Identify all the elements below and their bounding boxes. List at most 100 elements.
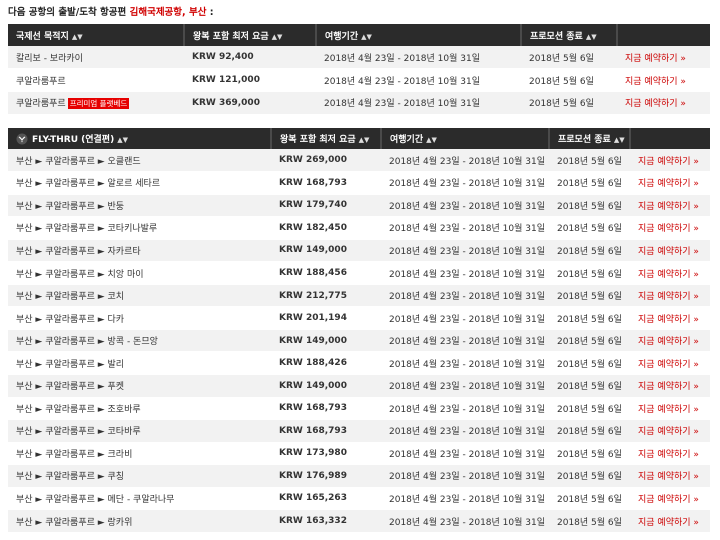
table-row: 쿠알라룸푸르 프리미엄 플랫베드 KRW 369,000 2018년 4월 23일 -…: [8, 91, 710, 115]
route-cell: 부산 ► 쿠알라룸푸르 ► 다카: [8, 306, 271, 330]
promo-end-cell: 2018년 5월 6일: [549, 487, 630, 511]
book-now-link[interactable]: 지금 예약하기 »: [630, 306, 710, 330]
col-header-action: [617, 24, 710, 46]
table-row: 쿠알라룸푸르 KRW 121,000 2018년 4월 23일 - 2018년 10…: [8, 68, 710, 93]
sort-arrows-icon[interactable]: ▲▼: [72, 33, 83, 41]
price-cell: KRW 188,456: [271, 261, 381, 285]
sort-arrows-icon[interactable]: ▲▼: [614, 136, 625, 144]
promo-end-cell: 2018년 5월 6일: [549, 149, 630, 173]
travel-period-cell: 2018년 4월 23일 - 2018년 10월 31일: [381, 419, 549, 443]
sort-arrows-icon[interactable]: ▲▼: [586, 33, 597, 41]
table-row: 부산 ► 쿠알라룸푸르 ► 다카 KRW 201,194 2018년 4월 23일 …: [8, 306, 710, 330]
travel-period-cell: 2018년 4월 23일 - 2018년 10월 31일: [381, 487, 549, 511]
book-now-link[interactable]: 지금 예약하기 »: [630, 509, 710, 533]
travel-period-cell: 2018년 4월 23일 - 2018년 10월 31일: [381, 171, 549, 195]
sort-arrows-icon[interactable]: ▲▼: [359, 136, 370, 144]
book-now-link[interactable]: 지금 예약하기 »: [617, 91, 710, 115]
heading-prefix: 다음 공항의 출발/도착 항공편: [8, 7, 130, 18]
book-now-link[interactable]: 지금 예약하기 »: [617, 46, 710, 70]
table-row: 부산 ► 쿠알라룸푸르 ► 코타바루 KRW 168,793 2018년 4월 23…: [8, 419, 710, 443]
fly-thru-table: FLY-THRU (연결편) ▲▼ 왕복 포함 최저 요금 ▲▼ 여행기간 ▲▼ 프로…: [8, 128, 710, 533]
table-row: 부산 ► 쿠알라룸푸르 ► 치앙 마이 KRW 188,456 2018년 4월 2…: [8, 261, 710, 285]
destination-label: 쿠알라룸푸르: [16, 76, 66, 87]
sort-arrows-icon[interactable]: ▲▼: [361, 33, 372, 41]
table-row: 부산 ► 쿠알라룸푸르 ► 알로르 세타르 KRW 168,793 2018년 4월…: [8, 171, 710, 195]
promo-end-cell: 2018년 5월 6일: [521, 91, 617, 115]
price-cell: KRW 165,263: [271, 487, 381, 511]
price-cell: KRW 173,980: [271, 442, 381, 466]
book-now-link[interactable]: 지금 예약하기 »: [630, 194, 710, 218]
book-now-link[interactable]: 지금 예약하기 »: [630, 487, 710, 511]
promo-end-cell: 2018년 5월 6일: [549, 329, 630, 353]
book-now-link[interactable]: 지금 예약하기 »: [630, 419, 710, 443]
price-cell: KRW 163,332: [271, 509, 381, 533]
promo-end-cell: 2018년 5월 6일: [549, 239, 630, 263]
table-row: 부산 ► 쿠알라룸푸르 ► 자카르타 KRW 149,000 2018년 4월 23…: [8, 239, 710, 263]
price-cell: KRW 168,793: [271, 171, 381, 195]
book-now-link[interactable]: 지금 예약하기 »: [630, 374, 710, 398]
price-cell: KRW 149,000: [271, 329, 381, 353]
book-now-link[interactable]: 지금 예약하기 »: [630, 216, 710, 240]
col-header-fly-thru[interactable]: FLY-THRU (연결편) ▲▼: [8, 128, 272, 149]
travel-period-cell: 2018년 4월 23일 - 2018년 10월 31일: [381, 194, 549, 218]
promo-end-cell: 2018년 5월 6일: [549, 509, 630, 533]
col-header-price[interactable]: 왕복 포함 최저 요금 ▲▼: [184, 24, 317, 46]
col-header-price[interactable]: 왕복 포함 최저 요금 ▲▼: [271, 128, 382, 149]
book-now-link[interactable]: 지금 예약하기 »: [630, 397, 710, 421]
table-row: 부산 ► 쿠알라룸푸르 ► 코타키나발루 KRW 182,450 2018년 4월 …: [8, 216, 710, 240]
table-row: 부산 ► 쿠알라룸푸르 ► 코치 KRW 212,775 2018년 4월 23일 …: [8, 284, 710, 308]
heading-airport: 김해국제공항, 부산: [129, 7, 207, 18]
book-now-link[interactable]: 지금 예약하기 »: [630, 171, 710, 195]
travel-period-cell: 2018년 4월 23일 - 2018년 10월 31일: [316, 46, 521, 70]
travel-period-cell: 2018년 4월 23일 - 2018년 10월 31일: [381, 284, 549, 308]
col-header-destination[interactable]: 국제선 목적지 ▲▼: [8, 24, 185, 46]
promo-end-cell: 2018년 5월 6일: [521, 68, 617, 93]
travel-period-cell: 2018년 4월 23일 - 2018년 10월 31일: [381, 261, 549, 285]
promo-end-cell: 2018년 5월 6일: [549, 351, 630, 375]
table-row: 부산 ► 쿠알라룸푸르 ► 쿠칭 KRW 176,989 2018년 4월 23일 …: [8, 464, 710, 488]
col-header-action: [630, 128, 710, 149]
travel-period-cell: 2018년 4월 23일 - 2018년 10월 31일: [381, 329, 549, 353]
travel-period-cell: 2018년 4월 23일 - 2018년 10월 31일: [381, 351, 549, 375]
international-destinations-table: 국제선 목적지 ▲▼ 왕복 포함 최저 요금 ▲▼ 여행기간 ▲▼ 프로모션 종료 ▲▼…: [8, 24, 710, 115]
destination-label: 칼리보 - 보라카이: [16, 53, 83, 64]
price-cell: KRW 201,194: [271, 306, 381, 330]
book-now-link[interactable]: 지금 예약하기 »: [630, 464, 710, 488]
book-now-link[interactable]: 지금 예약하기 »: [630, 329, 710, 353]
table-row: 부산 ► 쿠알라룸푸르 ► 메단 - 쿠알라나무 KRW 165,263 2018년…: [8, 487, 710, 511]
promo-end-cell: 2018년 5월 6일: [549, 442, 630, 466]
col-header-promo-end[interactable]: 프로모션 종료 ▲▼: [549, 128, 631, 149]
route-cell: 부산 ► 쿠알라룸푸르 ► 쿠칭: [8, 464, 271, 488]
sort-arrows-icon[interactable]: ▲▼: [426, 136, 437, 144]
book-now-link[interactable]: 지금 예약하기 »: [630, 284, 710, 308]
travel-period-cell: 2018년 4월 23일 - 2018년 10월 31일: [381, 149, 549, 173]
col-header-period[interactable]: 여행기간 ▲▼: [381, 128, 550, 149]
promo-end-cell: 2018년 5월 6일: [549, 419, 630, 443]
book-now-link[interactable]: 지금 예약하기 »: [630, 442, 710, 466]
route-cell: 부산 ► 쿠알라룸푸르 ► 방콕 - 돈므앙: [8, 329, 271, 353]
premium-flatbed-badge: 프리미엄 플랫베드: [67, 98, 130, 110]
book-now-link[interactable]: 지금 예약하기 »: [630, 149, 710, 173]
sort-arrows-icon[interactable]: ▲▼: [272, 33, 283, 41]
travel-period-cell: 2018년 4월 23일 - 2018년 10월 31일: [381, 306, 549, 330]
col-header-promo-end[interactable]: 프로모션 종료 ▲▼: [521, 24, 618, 46]
travel-period-cell: 2018년 4월 23일 - 2018년 10월 31일: [381, 374, 549, 398]
table-row: 부산 ► 쿠알라룸푸르 ► 반둥 KRW 179,740 2018년 4월 23일 …: [8, 194, 710, 218]
book-now-link[interactable]: 지금 예약하기 »: [630, 239, 710, 263]
book-now-link[interactable]: 지금 예약하기 »: [630, 351, 710, 375]
route-cell: 부산 ► 쿠알라룸푸르 ► 알로르 세타르: [8, 171, 271, 195]
destination-cell: 칼리보 - 보라카이: [8, 46, 184, 70]
travel-period-cell: 2018년 4월 23일 - 2018년 10월 31일: [381, 464, 549, 488]
travel-period-cell: 2018년 4월 23일 - 2018년 10월 31일: [316, 68, 521, 93]
price-cell: KRW 212,775: [271, 284, 381, 308]
sort-arrows-icon[interactable]: ▲▼: [117, 136, 128, 144]
promo-end-cell: 2018년 5월 6일: [549, 216, 630, 240]
table-row: 부산 ► 쿠알라룸푸르 ► 발리 KRW 188,426 2018년 4월 23일 …: [8, 351, 710, 375]
col-header-period[interactable]: 여행기간 ▲▼: [316, 24, 522, 46]
price-cell: KRW 269,000: [271, 149, 381, 173]
book-now-link[interactable]: 지금 예약하기 »: [630, 261, 710, 285]
table-row: 칼리보 - 보라카이 KRW 92,400 2018년 4월 23일 - 2018년…: [8, 46, 710, 70]
table-row: 부산 ► 쿠알라룸푸르 ► 방콕 - 돈므앙 KRW 149,000 2018년 4…: [8, 329, 710, 353]
book-now-link[interactable]: 지금 예약하기 »: [617, 68, 710, 93]
route-cell: 부산 ► 쿠알라룸푸르 ► 코치: [8, 284, 271, 308]
